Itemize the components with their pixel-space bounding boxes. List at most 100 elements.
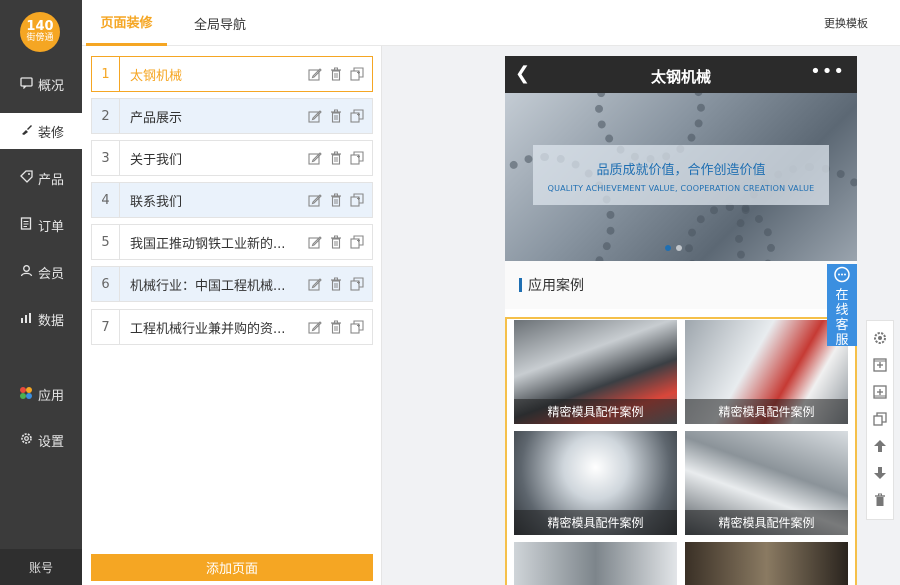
page-row[interactable]: 6 机械行业：中国工程机械...	[91, 266, 373, 302]
copy-icon[interactable]	[349, 277, 364, 292]
page-name: 太钢机械	[130, 68, 183, 84]
page-number: 6	[92, 267, 120, 301]
add-page-button[interactable]: 添加页面	[91, 554, 373, 581]
case-grid: 精密模具配件案例 精密模具配件案例 精密模具配件案例 精密模具配件案例	[505, 317, 857, 585]
case-card[interactable]: 精密模具配件案例	[685, 431, 848, 535]
case-card[interactable]	[514, 542, 677, 585]
case-card[interactable]: 精密模具配件案例	[514, 320, 677, 424]
arrow-down-icon[interactable]	[869, 462, 891, 484]
page-number: 5	[92, 225, 120, 259]
online-service-char: 线	[835, 303, 849, 318]
sidebar-item-products[interactable]: 产品	[0, 160, 82, 196]
add-below-icon[interactable]	[869, 381, 891, 403]
delete-icon[interactable]	[328, 151, 343, 166]
delete-icon[interactable]	[328, 320, 343, 335]
edit-icon[interactable]	[307, 151, 322, 166]
case-caption: 精密模具配件案例	[685, 510, 848, 535]
sidebar-item-data[interactable]: 数据	[0, 301, 82, 337]
copy-icon[interactable]	[869, 408, 891, 430]
copy-icon[interactable]	[349, 109, 364, 124]
sidebar-item-members[interactable]: 会员	[0, 254, 82, 290]
trash-icon[interactable]	[869, 489, 891, 511]
bar-chart-icon	[18, 312, 34, 327]
banner-slogan: 品质成就价值，合作创造价值	[596, 163, 766, 178]
phone-preview: ❮ 太钢机械 ••• 品质成就价值，合作创造价值 QUALITY ACHIEVE…	[505, 56, 857, 585]
sidebar-item-label: 概况	[38, 78, 65, 94]
app-logo: 140 街傍通	[20, 12, 60, 52]
tab-global-nav[interactable]: 全局导航	[180, 0, 260, 46]
sidebar-item-label: 订单	[38, 219, 65, 235]
more-dots-icon[interactable]: •••	[810, 61, 845, 82]
sidebar-item-label: 会员	[38, 266, 65, 282]
sidebar-item-label: 数据	[38, 313, 65, 329]
delete-icon[interactable]	[328, 235, 343, 250]
delete-icon[interactable]	[328, 277, 343, 292]
title-accent-bar	[519, 278, 522, 292]
page-list-panel: 1 太钢机械 2 产品展示 3 关于我们 4 联系我们 5 我国正推动钢铁工业新…	[82, 46, 382, 585]
page-number: 7	[92, 310, 120, 344]
online-service-char: 客	[835, 318, 849, 333]
page-row[interactable]: 7 工程机械行业兼并购的资...	[91, 309, 373, 345]
page-number: 3	[92, 141, 120, 175]
section-title-text: 应用案例	[528, 278, 584, 294]
page-row[interactable]: 3 关于我们	[91, 140, 373, 176]
delete-icon[interactable]	[328, 109, 343, 124]
sidebar-item-label: 装修	[38, 125, 65, 141]
banner-image[interactable]: 品质成就价值，合作创造价值 QUALITY ACHIEVEMENT VALUE,…	[505, 93, 857, 261]
case-card[interactable]: 精密模具配件案例	[685, 320, 848, 424]
case-card[interactable]: 精密模具配件案例	[514, 431, 677, 535]
page-row[interactable]: 5 我国正推动钢铁工业新的...	[91, 224, 373, 260]
tab-page-decorate[interactable]: 页面装修	[86, 0, 167, 46]
page-name: 机械行业：中国工程机械...	[130, 278, 286, 294]
document-icon	[18, 217, 34, 233]
edit-icon[interactable]	[307, 320, 322, 335]
copy-icon[interactable]	[349, 67, 364, 82]
phone-title: 太钢机械	[650, 68, 711, 86]
page-row[interactable]: 1 太钢机械	[91, 56, 373, 92]
logo-bottom-text: 街傍通	[26, 33, 54, 44]
sidebar-item-decorate[interactable]: 装修	[0, 113, 82, 149]
gear-icon[interactable]	[869, 327, 891, 349]
page-row[interactable]: 2 产品展示	[91, 98, 373, 134]
top-tab-bar: 页面装修 全局导航 更换模板	[82, 0, 900, 46]
case-caption: 精密模具配件案例	[685, 399, 848, 424]
online-service-char: 在	[835, 288, 849, 303]
add-above-icon[interactable]	[869, 354, 891, 376]
edit-icon[interactable]	[307, 277, 322, 292]
sidebar-item-label: 应用	[38, 388, 65, 404]
apps-icon	[18, 386, 34, 403]
edit-icon[interactable]	[307, 67, 322, 82]
edit-icon[interactable]	[307, 109, 322, 124]
case-card[interactable]	[685, 542, 848, 585]
phone-header: ❮ 太钢机械 •••	[505, 56, 857, 93]
sidebar-item-overview[interactable]: 概况	[0, 66, 82, 102]
page-name: 我国正推动钢铁工业新的...	[130, 236, 286, 252]
change-template-link[interactable]: 更换模板	[824, 15, 868, 31]
page-number: 2	[92, 99, 120, 133]
edit-icon[interactable]	[307, 193, 322, 208]
carousel-dot[interactable]	[676, 245, 682, 251]
banner-caption-box: 品质成就价值，合作创造价值 QUALITY ACHIEVEMENT VALUE,…	[533, 145, 829, 205]
user-icon	[18, 264, 34, 280]
sidebar-item-orders[interactable]: 订单	[0, 207, 82, 243]
online-service-button[interactable]: 在 线 客 服	[827, 264, 857, 348]
sidebar-item-apps[interactable]: 应用	[0, 376, 82, 412]
delete-icon[interactable]	[328, 67, 343, 82]
chat-bubble-icon	[833, 266, 851, 288]
carousel-dot[interactable]	[665, 245, 671, 251]
brush-icon	[18, 123, 34, 139]
account-button[interactable]: 账号	[0, 549, 82, 585]
banner-slogan-english: QUALITY ACHIEVEMENT VALUE, COOPERATION C…	[547, 184, 815, 193]
page-name: 工程机械行业兼并购的资...	[130, 321, 286, 337]
arrow-up-icon[interactable]	[869, 435, 891, 457]
copy-icon[interactable]	[349, 235, 364, 250]
section-title: 应用案例	[505, 261, 857, 309]
sidebar: 140 街傍通 概况 装修 产品 订单 会员 数据 应用 设置 账号	[0, 0, 82, 585]
sidebar-item-settings[interactable]: 设置	[0, 422, 82, 458]
delete-icon[interactable]	[328, 193, 343, 208]
copy-icon[interactable]	[349, 320, 364, 335]
page-row[interactable]: 4 联系我们	[91, 182, 373, 218]
edit-icon[interactable]	[307, 235, 322, 250]
copy-icon[interactable]	[349, 151, 364, 166]
copy-icon[interactable]	[349, 193, 364, 208]
